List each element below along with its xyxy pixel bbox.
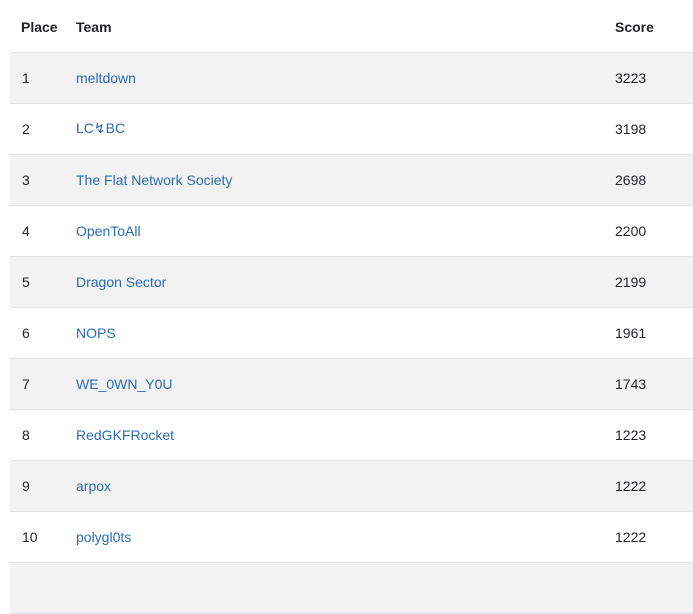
score-cell: 1961 — [615, 307, 693, 359]
table-row: 6 NOPS 1961 — [10, 307, 693, 359]
table-row: 9 arpox 1222 — [10, 460, 693, 512]
score-cell: 1222 — [615, 460, 693, 512]
scoreboard: Place Team Score 1 meltdown 3223 2 LC↯BC… — [10, 0, 693, 614]
score-cell — [615, 562, 693, 614]
table-row: 4 OpenToAll 2200 — [10, 205, 693, 257]
team-link[interactable]: meltdown — [76, 70, 136, 86]
table-row: 10 polygl0ts 1222 — [10, 511, 693, 563]
score-cell: 3198 — [615, 103, 693, 155]
team-cell: arpox — [76, 460, 615, 512]
score-cell: 1223 — [615, 409, 693, 461]
team-cell: WE_0WN_Y0U — [76, 358, 615, 410]
place-cell: 4 — [10, 205, 76, 257]
team-link[interactable]: arpox — [76, 478, 111, 494]
score-cell: 1222 — [615, 511, 693, 563]
place-cell — [10, 562, 76, 614]
place-cell: 1 — [10, 52, 76, 104]
table-row: 5 Dragon Sector 2199 — [10, 256, 693, 308]
table-row-partial — [10, 562, 693, 614]
place-cell: 3 — [10, 154, 76, 206]
place-column-header: Place — [10, 0, 76, 53]
table-row: 2 LC↯BC 3198 — [10, 103, 693, 155]
table-row: 1 meltdown 3223 — [10, 52, 693, 104]
team-column-header: Team — [76, 0, 615, 53]
score-cell: 2199 — [615, 256, 693, 308]
score-cell: 2200 — [615, 205, 693, 257]
team-cell: The Flat Network Society — [76, 154, 615, 206]
scoreboard-table: Place Team Score 1 meltdown 3223 2 LC↯BC… — [10, 0, 693, 614]
place-cell: 10 — [10, 511, 76, 563]
place-cell: 5 — [10, 256, 76, 308]
team-link[interactable]: NOPS — [76, 325, 116, 341]
table-row: 7 WE_0WN_Y0U 1743 — [10, 358, 693, 410]
place-cell: 6 — [10, 307, 76, 359]
team-link[interactable]: LC↯BC — [76, 120, 125, 136]
place-cell: 9 — [10, 460, 76, 512]
team-link[interactable]: The Flat Network Society — [76, 172, 232, 188]
team-link[interactable]: WE_0WN_Y0U — [76, 376, 172, 392]
table-row: 3 The Flat Network Society 2698 — [10, 154, 693, 206]
team-cell: OpenToAll — [76, 205, 615, 257]
team-link[interactable]: Dragon Sector — [76, 274, 166, 290]
table-header-row: Place Team Score — [10, 0, 693, 53]
score-column-header: Score — [615, 0, 693, 53]
score-cell: 1743 — [615, 358, 693, 410]
team-cell: RedGKFRocket — [76, 409, 615, 461]
table-row: 8 RedGKFRocket 1223 — [10, 409, 693, 461]
place-cell: 8 — [10, 409, 76, 461]
team-link[interactable]: OpenToAll — [76, 223, 141, 239]
score-cell: 3223 — [615, 52, 693, 104]
team-cell — [76, 562, 615, 614]
score-cell: 2698 — [615, 154, 693, 206]
place-cell: 2 — [10, 103, 76, 155]
team-link[interactable]: RedGKFRocket — [76, 427, 174, 443]
place-cell: 7 — [10, 358, 76, 410]
team-cell: polygl0ts — [76, 511, 615, 563]
team-cell: LC↯BC — [76, 103, 615, 155]
team-link[interactable]: polygl0ts — [76, 529, 131, 545]
team-cell: NOPS — [76, 307, 615, 359]
team-cell: Dragon Sector — [76, 256, 615, 308]
team-cell: meltdown — [76, 52, 615, 104]
